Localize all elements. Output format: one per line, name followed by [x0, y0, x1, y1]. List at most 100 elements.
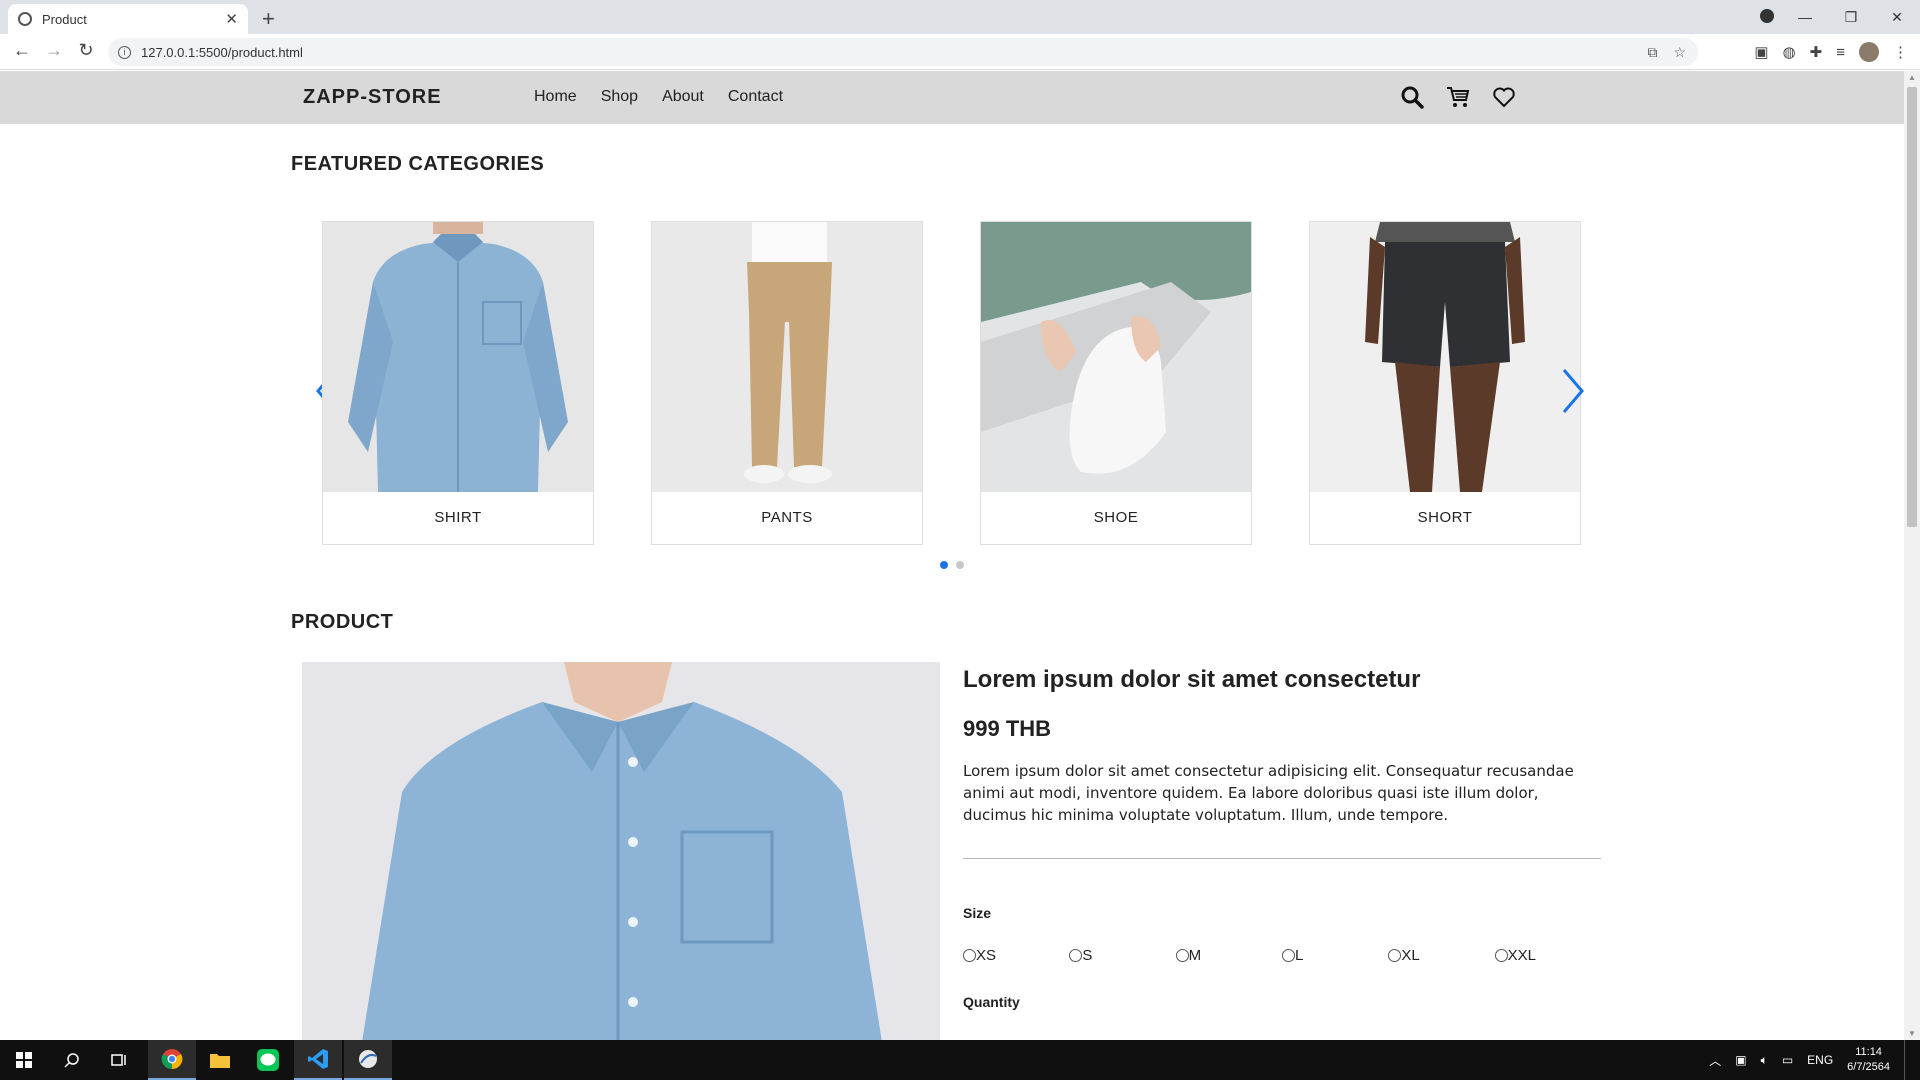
short-image [1310, 222, 1580, 492]
size-option-xs[interactable]: XS [963, 947, 1069, 964]
back-icon[interactable]: ← [10, 40, 34, 61]
size-label: Size [963, 905, 992, 921]
bookmark-star-icon[interactable]: ☆ [1673, 44, 1686, 61]
restore-icon[interactable]: ❐ [1828, 9, 1874, 26]
image-extension-icon[interactable]: ▣ [1754, 43, 1768, 61]
size-xl-label: XL [1401, 947, 1420, 964]
tab-search-icon[interactable] [1752, 8, 1782, 26]
tray-chevron-icon[interactable]: ︿ [1709, 1052, 1721, 1069]
size-option-m[interactable]: M [1175, 947, 1282, 964]
category-card-short[interactable]: SHORT [1309, 221, 1581, 545]
size-option-l[interactable]: L [1281, 947, 1388, 964]
size-option-xxl[interactable]: XXL [1494, 947, 1601, 964]
radio-xl[interactable] [1388, 949, 1402, 962]
page-scrollbar[interactable]: ▲ ▼ [1904, 71, 1920, 1040]
nav-about[interactable]: About [662, 88, 704, 106]
reading-list-icon[interactable]: ≡ [1836, 44, 1845, 61]
close-tab-icon[interactable]: ✕ [225, 10, 238, 28]
file-explorer-icon[interactable] [196, 1040, 244, 1080]
system-tray: ︿ ▣ 🔈︎ ▭ ENG 11:14 6/7/2564 [1709, 1040, 1908, 1080]
nav-contact[interactable]: Contact [728, 88, 783, 106]
carousel-dot-1[interactable] [940, 561, 948, 569]
main-nav: Home Shop About Contact [534, 88, 783, 106]
size-options: XS S M L XL XXL [963, 947, 1601, 964]
clock-time: 11:14 [1855, 1046, 1882, 1058]
puzzle-extensions-icon[interactable]: ✚ [1810, 43, 1823, 61]
size-option-s[interactable]: S [1069, 947, 1175, 964]
site-info-icon[interactable]: i [118, 45, 131, 59]
profile-avatar[interactable] [1859, 42, 1879, 62]
app-taskbar-icon[interactable] [344, 1040, 392, 1080]
minimize-icon[interactable]: — [1782, 9, 1828, 25]
tab-favicon-icon [18, 12, 32, 26]
tab-title: Product [42, 11, 87, 27]
brand-logo[interactable]: ZAPP-STORE [303, 86, 442, 109]
product-image [302, 662, 940, 1040]
network-icon[interactable]: ▭ [1782, 1053, 1793, 1067]
globe-extension-icon[interactable]: ◍ [1783, 43, 1796, 61]
size-m-label: M [1188, 947, 1202, 964]
windows-start-icon[interactable] [0, 1040, 48, 1080]
window-controls: — ❐ ✕ [1752, 0, 1920, 34]
size-xxl-label: XXL [1507, 947, 1536, 964]
radio-s[interactable] [1069, 949, 1083, 962]
product-name: Lorem ipsum dolor sit amet consectetur [963, 666, 1421, 693]
divider [963, 858, 1601, 859]
category-label-shoe: SHOE [1093, 509, 1139, 526]
forward-icon[interactable]: → [42, 40, 66, 61]
nav-home[interactable]: Home [534, 88, 577, 106]
nav-shop[interactable]: Shop [601, 88, 638, 106]
radio-xxl[interactable] [1494, 949, 1508, 962]
browser-tab-strip: Product ✕ + — ❐ ✕ [0, 0, 1920, 34]
reload-icon[interactable]: ↻ [74, 40, 98, 61]
line-app-icon[interactable] [244, 1040, 292, 1080]
volume-icon[interactable]: 🔈︎ [1761, 1053, 1768, 1068]
search-taskbar-icon[interactable] [48, 1040, 96, 1080]
radio-m[interactable] [1175, 949, 1189, 962]
carousel-pagination [940, 561, 964, 569]
vscode-taskbar-icon[interactable] [294, 1040, 342, 1080]
search-icon[interactable] [1400, 85, 1424, 109]
tray-security-icon[interactable]: ▣ [1735, 1053, 1746, 1067]
os-taskbar: ︿ ▣ 🔈︎ ▭ ENG 11:14 6/7/2564 [0, 1040, 1920, 1080]
extensions-area: ▣ ◍ ✚ ≡ ⋮ [1754, 42, 1908, 62]
carousel-next-icon[interactable] [1558, 366, 1588, 416]
shirt-image [323, 222, 593, 492]
menu-kebab-icon[interactable]: ⋮ [1893, 43, 1908, 61]
address-bar[interactable]: i 127.0.0.1:5500/product.html ⧉ ☆ [108, 38, 1698, 66]
show-desktop-button[interactable] [1904, 1040, 1908, 1080]
product-details: Lorem ipsum dolor sit amet consectetur 9… [963, 666, 1601, 1010]
category-label-shirt: SHIRT [434, 509, 482, 526]
pants-image [652, 222, 922, 492]
clock-date: 6/7/2564 [1847, 1061, 1890, 1073]
chrome-taskbar-icon[interactable] [148, 1040, 196, 1080]
scrollbar-thumb[interactable] [1907, 87, 1917, 527]
browser-tab[interactable]: Product ✕ [8, 4, 248, 34]
task-view-icon[interactable] [96, 1040, 144, 1080]
site-header: ZAPP-STORE Home Shop About Contact [0, 71, 1904, 124]
quantity-label: Quantity [963, 994, 1020, 1010]
new-tab-icon[interactable]: + [262, 6, 275, 32]
product-price: 999 THB [963, 716, 1052, 741]
scroll-up-icon[interactable]: ▲ [1908, 73, 1916, 82]
translate-icon[interactable]: ⧉ [1647, 44, 1657, 61]
taskbar-clock[interactable]: 11:14 6/7/2564 [1847, 1045, 1890, 1075]
size-l-label: L [1294, 947, 1304, 964]
category-label-pants: PANTS [761, 509, 813, 526]
size-s-label: S [1082, 947, 1093, 964]
category-card-shirt[interactable]: SHIRT [322, 221, 594, 545]
scroll-down-icon[interactable]: ▼ [1908, 1029, 1916, 1038]
language-indicator[interactable]: ENG [1807, 1053, 1833, 1067]
category-carousel: SHIRT PANTS SHOE SHORT [300, 221, 1600, 571]
heart-icon[interactable] [1492, 85, 1516, 109]
close-window-icon[interactable]: ✕ [1874, 9, 1920, 26]
category-card-pants[interactable]: PANTS [651, 221, 923, 545]
page-content: FEATURED CATEGORIES SHIRT PANTS SHOE SHO… [0, 124, 1904, 1040]
radio-l[interactable] [1281, 949, 1295, 962]
size-option-xl[interactable]: XL [1388, 947, 1494, 964]
radio-xs[interactable] [963, 949, 976, 962]
header-icons [1400, 85, 1516, 109]
cart-icon[interactable] [1446, 85, 1470, 109]
category-card-shoe[interactable]: SHOE [980, 221, 1252, 545]
carousel-dot-2[interactable] [956, 561, 964, 569]
